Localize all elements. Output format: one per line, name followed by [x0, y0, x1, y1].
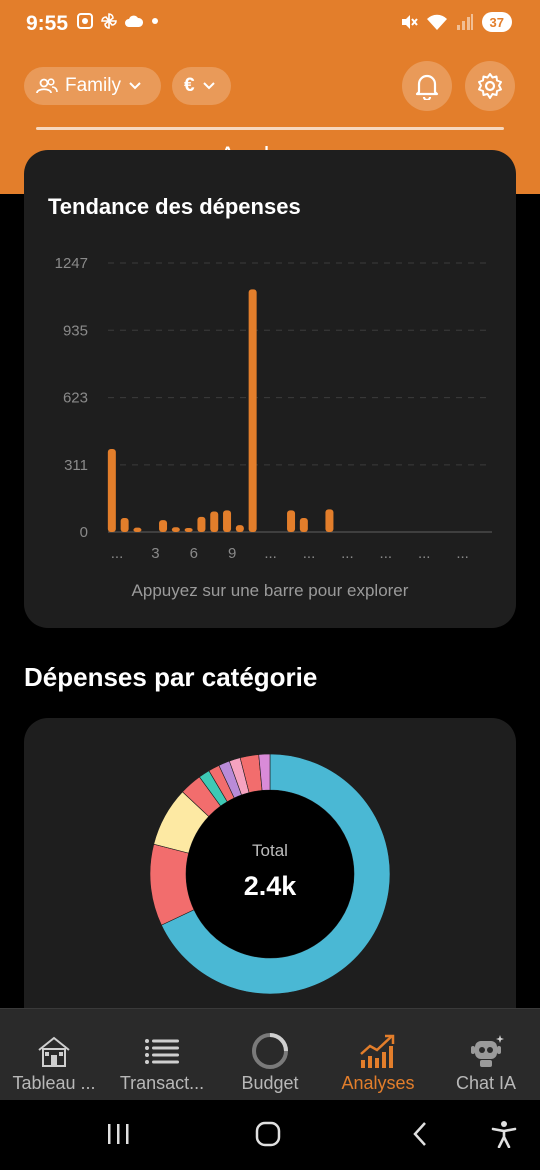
nav-label: Tableau ...	[12, 1073, 96, 1093]
bar	[107, 448, 116, 532]
nav-label: Transact...	[119, 1073, 205, 1093]
status-right-icons: 37	[400, 12, 512, 32]
screenshot-icon	[77, 13, 93, 29]
bar	[133, 527, 142, 532]
donut-total-label: Total	[252, 841, 288, 860]
list-icon	[145, 1039, 179, 1064]
category-section-title: Dépenses par catégorie	[24, 662, 318, 692]
y-tick-label: 311	[64, 457, 88, 474]
trend-up-icon	[360, 1034, 395, 1068]
bar	[223, 510, 232, 532]
trend-title: Tendance des dépenses	[48, 194, 301, 219]
accessibility-button[interactable]	[484, 1116, 524, 1152]
nav-label: Budget	[241, 1073, 299, 1093]
chart-hint: Appuyez sur une barre pour explorer	[131, 581, 409, 600]
back-button[interactable]	[400, 1116, 440, 1152]
gear-icon	[478, 73, 502, 99]
mute-icon	[401, 15, 418, 29]
bar	[287, 510, 296, 532]
currency-selector[interactable]: €	[172, 67, 231, 105]
bell-icon	[415, 74, 439, 100]
wifi-icon	[426, 14, 447, 30]
family-selector[interactable]: Family	[24, 67, 161, 105]
users-icon	[36, 78, 58, 94]
bar	[171, 527, 180, 532]
x-tick-label: 6	[190, 545, 198, 562]
x-tick-label: 9	[228, 545, 236, 562]
x-tick-label: ...	[418, 545, 431, 562]
nav-tab-dashboard[interactable]: Tableau ...	[0, 1009, 108, 1100]
nav-tab-analyses[interactable]: Analyses	[324, 1009, 432, 1100]
status-time: 9:55	[26, 12, 69, 35]
nav-tab-chat-ia[interactable]: Chat IA	[432, 1009, 540, 1100]
bar	[235, 525, 244, 532]
bar	[197, 516, 206, 532]
signal-icon	[456, 14, 473, 30]
chevron-down-icon	[202, 82, 215, 90]
settings-button[interactable]	[465, 61, 515, 111]
x-tick-label: ...	[303, 545, 316, 562]
accessibility-icon	[491, 1121, 517, 1148]
x-tick-label: ...	[456, 545, 469, 562]
nav-tab-transactions[interactable]: Transact...	[108, 1009, 216, 1100]
x-tick-label: ...	[264, 545, 277, 562]
donut-total-value: 2.4k	[243, 871, 297, 901]
y-tick-label: 0	[80, 524, 88, 541]
header-divider	[36, 127, 504, 130]
bar	[299, 517, 308, 532]
system-navigation-bar	[0, 1100, 540, 1170]
y-tick-label: 935	[63, 322, 88, 339]
bar	[159, 520, 168, 532]
family-label: Family	[65, 75, 121, 96]
dot-icon	[152, 18, 158, 24]
y-tick-label: 1247	[55, 255, 88, 272]
back-chevron-icon	[413, 1122, 426, 1146]
bar	[210, 511, 219, 532]
x-tick-label: 3	[151, 545, 159, 562]
house-icon	[38, 1036, 70, 1067]
x-tick-label: ...	[341, 545, 354, 562]
status-left-icons	[76, 12, 160, 30]
bottom-navigation: Tableau ... Transact... Budget Analyses …	[0, 1008, 540, 1100]
bar	[184, 528, 193, 532]
cloud-icon	[125, 15, 144, 27]
recent-apps-button[interactable]	[98, 1116, 138, 1152]
home-circle-icon	[255, 1121, 281, 1147]
ring-icon	[252, 1033, 288, 1069]
recent-apps-icon	[108, 1124, 129, 1144]
battery-indicator: 37	[481, 12, 512, 32]
spending-trend-chart[interactable]: 0 311 623 935 1247... 3 6 9..................	[24, 230, 516, 570]
currency-label: €	[184, 75, 195, 96]
robot-icon	[471, 1035, 504, 1067]
home-button[interactable]	[248, 1116, 288, 1152]
nav-label: Analyses	[341, 1073, 415, 1093]
nav-label: Chat IA	[455, 1073, 517, 1093]
chevron-down-icon	[129, 82, 141, 90]
bar	[120, 517, 129, 532]
x-tick-label: ...	[111, 545, 124, 562]
y-tick-label: 623	[63, 390, 88, 407]
x-tick-label: ...	[380, 545, 393, 562]
pinwheel-icon	[101, 13, 117, 29]
status-bar: 9:55 37	[0, 0, 540, 48]
battery-level: 37	[489, 14, 504, 30]
bar	[325, 509, 334, 532]
notifications-button[interactable]	[402, 61, 452, 111]
bar	[248, 289, 257, 532]
nav-tab-budget[interactable]: Budget	[216, 1009, 324, 1100]
